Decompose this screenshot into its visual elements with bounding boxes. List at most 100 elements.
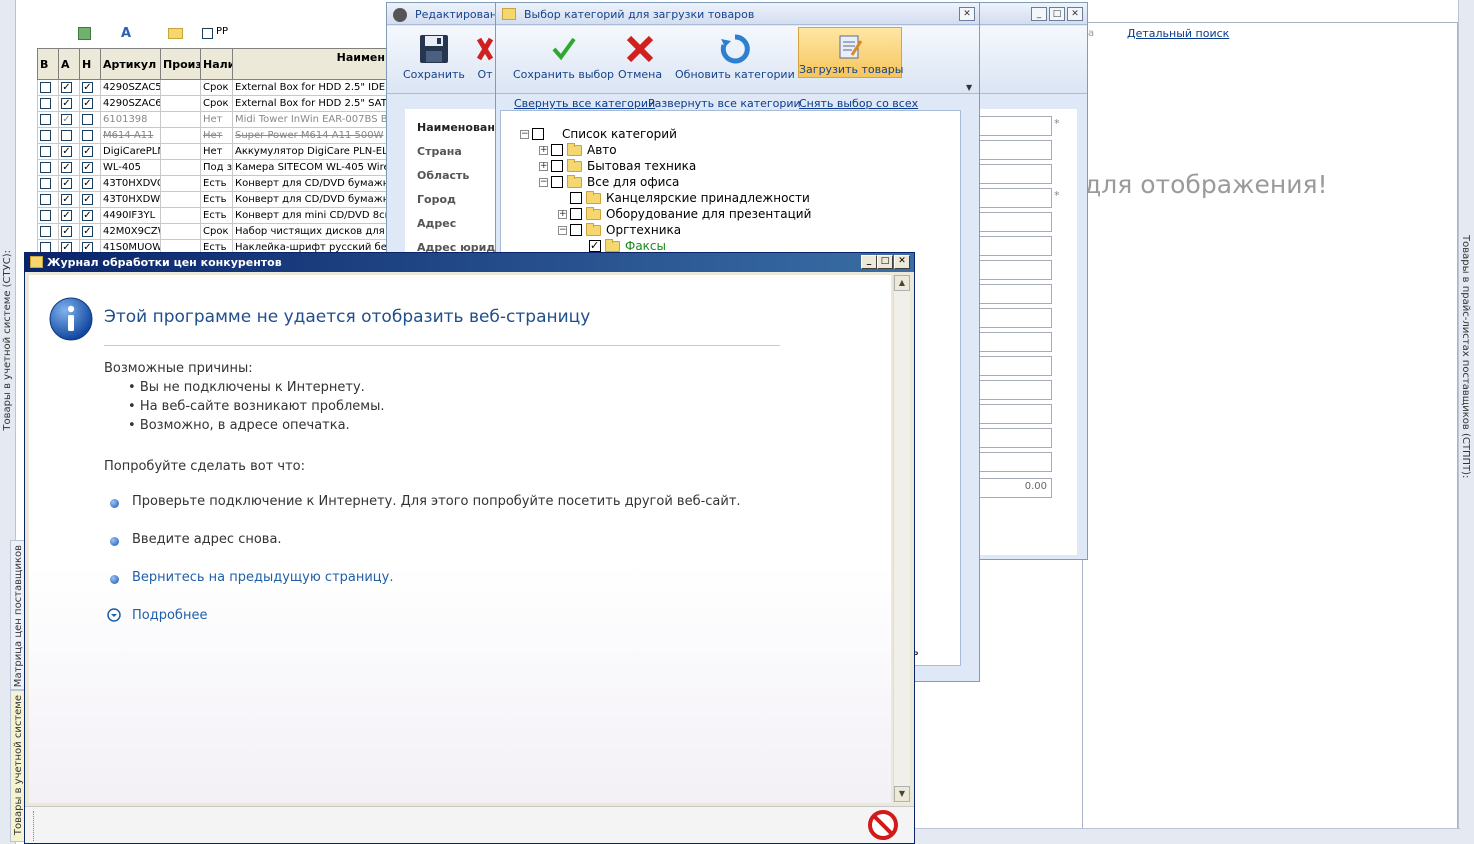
row-checkbox-n[interactable] <box>82 161 93 173</box>
row-checkbox-a[interactable] <box>61 161 72 173</box>
row-checkbox-n[interactable] <box>82 129 93 141</box>
tree-item[interactable]: − Список категорий <box>520 127 677 141</box>
edit-input-city[interactable] <box>979 188 1052 208</box>
row-checkbox-a[interactable] <box>61 145 72 157</box>
left-tab-accounting[interactable]: Товары в учетной системе <box>13 695 24 835</box>
edit-input-address[interactable] <box>979 212 1052 232</box>
refresh-categories-button[interactable]: Обновить категории <box>675 33 795 81</box>
row-checkbox-n[interactable] <box>82 97 93 109</box>
table-row[interactable]: WL-405 Под зКамера SITECOM WL-405 Wire <box>37 159 388 176</box>
edit-minimize-button[interactable]: _ <box>1031 7 1047 21</box>
row-checkbox-b[interactable] <box>40 81 51 93</box>
row-checkbox-b[interactable] <box>40 161 51 173</box>
row-checkbox-n[interactable] <box>82 225 93 237</box>
left-tab-price-matrix[interactable]: Матрица цен поставщиков <box>13 545 24 687</box>
tree-checkbox[interactable] <box>570 224 582 236</box>
edit-input-7[interactable] <box>979 356 1052 376</box>
table-row[interactable]: 4290SZAC5 СрокExternal Box for HDD 2.5" I… <box>37 79 388 96</box>
toolbar-overflow-icon[interactable]: ▼ <box>966 83 972 92</box>
edit-close-button[interactable]: ✕ <box>1067 7 1083 21</box>
row-checkbox-a[interactable] <box>61 193 72 205</box>
table-row[interactable]: M614 A11 Нет Super Power M614 A11 500W <box>37 127 388 144</box>
row-checkbox-n[interactable] <box>82 81 93 93</box>
tree-item[interactable]: − Все для офиса <box>539 174 679 189</box>
more-info-link[interactable]: Подробнее <box>132 608 207 623</box>
row-checkbox-b[interactable] <box>40 209 51 221</box>
tree-checkbox[interactable] <box>551 176 563 188</box>
translate-icon[interactable]: A <box>121 26 131 41</box>
save-selection-button[interactable]: Сохранить выбор <box>513 33 614 81</box>
expand-plus-icon[interactable]: + <box>539 161 548 171</box>
edit-input-region[interactable] <box>979 164 1052 184</box>
tree-item[interactable]: Факсы <box>577 238 666 253</box>
edit-input-11[interactable] <box>979 452 1052 472</box>
table-row[interactable]: 43T0HXDVQ ЕстьКонверт для CD/DVD бумажн <box>37 175 388 192</box>
row-checkbox-b[interactable] <box>40 129 51 141</box>
row-checkbox-a[interactable] <box>61 225 72 237</box>
load-products-button[interactable]: Загрузить товары <box>798 27 903 78</box>
tree-item[interactable]: + Бытовая техника <box>539 158 696 173</box>
col-header-name[interactable]: Наимен <box>232 48 388 80</box>
row-checkbox-a[interactable] <box>61 97 72 109</box>
tree-item[interactable]: + Оборудование для презентаций <box>558 206 811 221</box>
scroll-down-arrow-icon[interactable]: ▼ <box>894 786 910 802</box>
category-cancel-button[interactable]: Отмена <box>618 33 662 81</box>
edit-input-6[interactable] <box>979 332 1052 352</box>
col-header-availability[interactable]: Нали <box>200 48 233 80</box>
chevron-down-circle-icon[interactable] <box>107 608 121 622</box>
col-header-a[interactable]: А <box>58 48 80 80</box>
detail-search-link[interactable]: Детальный поиск <box>1127 27 1229 40</box>
table-row[interactable]: 43T0HXDW5 ЕстьКонверт для CD/DVD бумажн <box>37 191 388 208</box>
journal-maximize-button[interactable]: □ <box>877 255 893 269</box>
tree-item[interactable]: Канцелярские принадлежности <box>558 190 810 205</box>
collapse-all-link[interactable]: Свернуть все категории <box>514 97 655 110</box>
expand-all-link[interactable]: Развернуть все категории <box>648 97 801 110</box>
edit-maximize-button[interactable]: □ <box>1049 7 1065 21</box>
table-row[interactable]: 4290SZAC6 СрокExternal Box for HDD 2.5" S… <box>37 95 388 112</box>
row-checkbox-b[interactable] <box>40 225 51 237</box>
table-row[interactable]: DigiCarePLN НетАккумулятор DigiCare PLN-E… <box>37 143 388 160</box>
col-header-b[interactable]: В <box>37 48 59 80</box>
edit-input-name[interactable] <box>979 116 1052 136</box>
collapse-minus-icon[interactable]: − <box>539 177 548 187</box>
row-checkbox-a[interactable] <box>61 81 72 93</box>
edit-input-5[interactable] <box>979 308 1052 328</box>
row-checkbox-a[interactable] <box>61 177 72 189</box>
edit-input-3[interactable] <box>979 260 1052 280</box>
expand-plus-icon[interactable]: + <box>558 209 567 219</box>
expand-plus-icon[interactable]: + <box>539 145 548 155</box>
col-header-article[interactable]: Артикул <box>100 48 161 80</box>
edit-input-10[interactable] <box>979 428 1052 448</box>
edit-input-country[interactable] <box>979 140 1052 160</box>
journal-minimize-button[interactable]: _ <box>861 255 877 269</box>
tree-checkbox[interactable] <box>551 160 563 172</box>
col-header-producer[interactable]: Произ <box>160 48 201 80</box>
edit-input-4[interactable] <box>979 284 1052 304</box>
tree-checkbox[interactable] <box>551 144 563 156</box>
collapse-minus-icon[interactable]: − <box>558 225 567 235</box>
table-row[interactable]: 42M0X9CZW СрокНабор чистящих дисков для <box>37 223 388 240</box>
tree-checkbox[interactable] <box>532 128 544 140</box>
edit-input-legal-address[interactable] <box>979 236 1052 256</box>
journal-close-button[interactable]: ✕ <box>894 255 910 269</box>
tree-item[interactable]: − Оргтехника <box>558 222 681 237</box>
edit-save-button[interactable]: Сохранить <box>403 33 465 81</box>
left-tab-products[interactable]: Товары в учетной системе (СТУС): <box>2 250 13 431</box>
right-tab-supplier-products[interactable]: Товары в прайс-листах поставщиков (СТППТ… <box>1460 235 1471 478</box>
row-checkbox-n[interactable] <box>82 177 93 189</box>
row-checkbox-a[interactable] <box>61 129 72 141</box>
row-checkbox-b[interactable] <box>40 97 51 109</box>
tree-checkbox[interactable] <box>570 208 582 220</box>
row-checkbox-n[interactable] <box>82 145 93 157</box>
row-checkbox-b[interactable] <box>40 177 51 189</box>
row-checkbox-a[interactable] <box>61 209 72 221</box>
pp-checkbox[interactable] <box>202 27 213 39</box>
collapse-minus-icon[interactable]: − <box>520 129 529 139</box>
category-close-button[interactable]: ✕ <box>959 7 975 21</box>
back-link[interactable]: Вернитесь на предыдущую страницу. <box>132 570 394 585</box>
edit-cancel-button[interactable]: От <box>477 33 493 81</box>
row-checkbox-a[interactable] <box>61 113 72 125</box>
row-checkbox-n[interactable] <box>82 209 93 221</box>
export-icon[interactable] <box>78 27 91 40</box>
tree-checkbox[interactable] <box>570 192 582 204</box>
